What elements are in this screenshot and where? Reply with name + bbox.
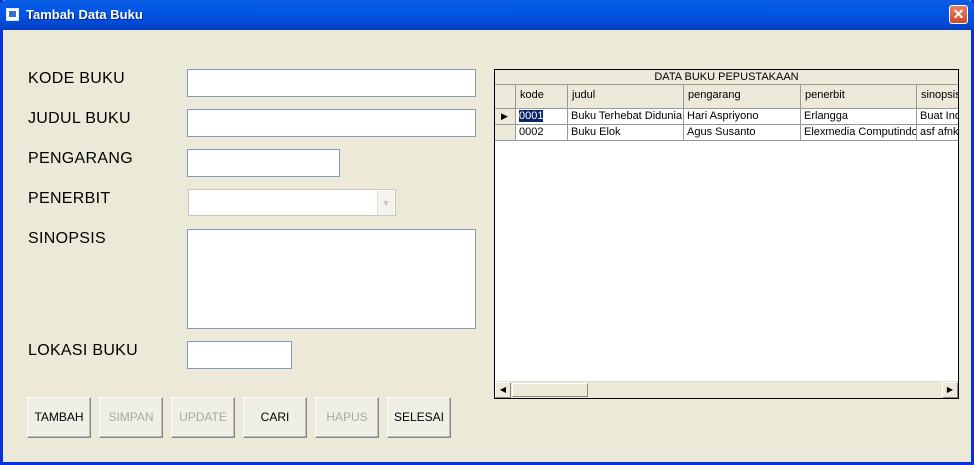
kode-buku-input[interactable]: [187, 69, 476, 97]
table-cell[interactable]: Hari Aspriyono: [684, 109, 801, 125]
row-selector-current[interactable]: ▶: [495, 109, 516, 125]
column-header-sinopsis[interactable]: sinopsis: [917, 85, 958, 109]
column-header-kode[interactable]: kode: [516, 85, 568, 109]
judul-buku-input[interactable]: [187, 109, 476, 137]
scroll-right-icon[interactable]: ▶: [942, 382, 958, 398]
table-cell[interactable]: Buat Ind: [917, 109, 958, 125]
sinopsis-label: SINOPSIS: [28, 230, 106, 247]
table-cell[interactable]: Erlangga: [801, 109, 917, 125]
lokasi-buku-label: LOKASI BUKU: [28, 342, 139, 359]
horizontal-scrollbar[interactable]: ◀ ▶: [495, 381, 958, 398]
close-button[interactable]: ✕: [949, 5, 968, 24]
column-header-penerbit[interactable]: penerbit: [801, 85, 917, 109]
table-cell[interactable]: Elexmedia Computindo: [801, 125, 917, 141]
kode-buku-label: KODE BUKU: [28, 70, 125, 87]
tambah-data-buku-window: Tambah Data Buku ✕ KODE BUKU JUDUL BUKU …: [0, 0, 974, 465]
table-cell[interactable]: Agus Susanto: [684, 125, 801, 141]
scroll-thumb[interactable]: [512, 383, 588, 397]
pengarang-input[interactable]: [187, 149, 340, 177]
lokasi-buku-input[interactable]: [187, 341, 292, 369]
table-cell[interactable]: Buku Elok: [568, 125, 684, 141]
row-selector[interactable]: [495, 125, 516, 141]
sinopsis-textarea[interactable]: [187, 229, 476, 329]
selected-cell-text: 0001: [519, 110, 544, 122]
table-cell[interactable]: 0002: [516, 125, 568, 141]
row-pointer-icon: ▶: [501, 111, 508, 121]
penerbit-label: PENERBIT: [28, 190, 111, 207]
window-title: Tambah Data Buku: [26, 7, 143, 22]
judul-buku-label: JUDUL BUKU: [28, 110, 131, 127]
simpan-button[interactable]: SIMPAN: [99, 397, 163, 438]
column-header-pengarang[interactable]: pengarang: [684, 85, 801, 109]
title-bar[interactable]: Tambah Data Buku ✕: [0, 0, 974, 30]
update-button[interactable]: UPDATE: [171, 397, 235, 438]
tambah-button[interactable]: TAMBAH: [27, 397, 91, 438]
hapus-button[interactable]: HAPUS: [315, 397, 379, 438]
penerbit-select[interactable]: ▼: [188, 189, 396, 216]
selesai-button[interactable]: SELESAI: [387, 397, 451, 438]
table-cell[interactable]: Buku Terhebat Didunia: [568, 109, 684, 125]
table-cell[interactable]: 0001: [516, 109, 568, 125]
scroll-left-icon[interactable]: ◀: [495, 382, 511, 398]
grid-caption: DATA BUKU PEPUSTAKAAN: [495, 70, 958, 85]
pengarang-label: PENGARANG: [28, 150, 133, 167]
column-header-judul[interactable]: judul: [568, 85, 684, 109]
grid-corner: [495, 85, 516, 109]
cari-button[interactable]: CARI: [243, 397, 307, 438]
table-cell[interactable]: asf afnka: [917, 125, 958, 141]
data-buku-grid[interactable]: DATA BUKU PEPUSTAKAAN kode judul pengara…: [494, 69, 959, 399]
chevron-down-icon[interactable]: ▼: [377, 191, 394, 215]
close-icon: ✕: [952, 6, 965, 22]
app-icon: [6, 8, 19, 21]
